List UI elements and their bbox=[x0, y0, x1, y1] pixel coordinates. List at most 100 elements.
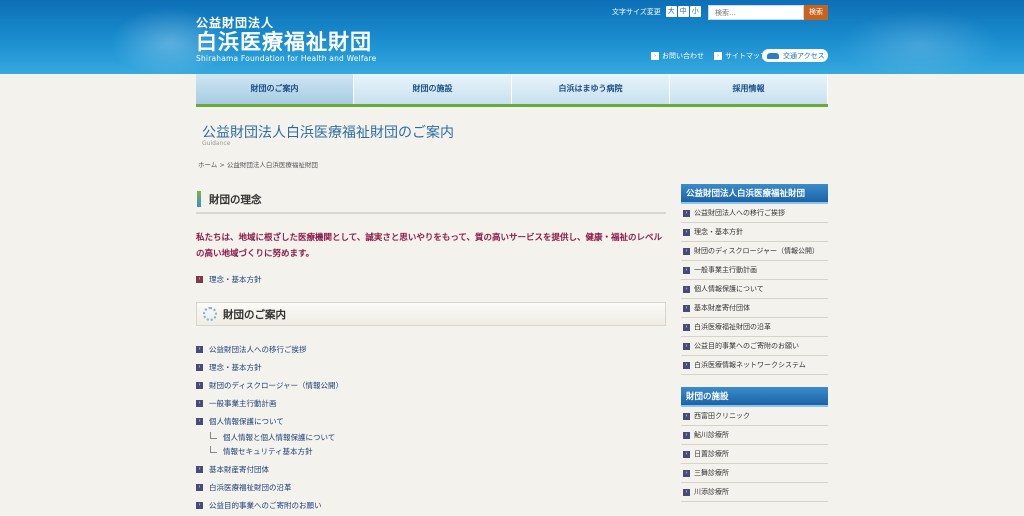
list-item[interactable]: › 公益財団法人への移行ご挨拶 bbox=[196, 340, 666, 358]
philosophy-link[interactable]: › 理念・基本方針 bbox=[196, 270, 666, 288]
sidebar-item[interactable]: › 川添診療所 bbox=[681, 483, 828, 502]
list-item-label: 基本財産寄付団体 bbox=[209, 464, 269, 474]
sidebar-item[interactable]: › 一般事業主行動計画 bbox=[681, 261, 828, 280]
arrow-icon: › bbox=[196, 345, 203, 353]
utility-links: › お問い合わせ › サイトマップ bbox=[651, 51, 777, 61]
logo-org-name-en: Shirahama Foundation for Health and Welf… bbox=[196, 54, 377, 63]
list-item-label: 公益目的事業へのご寄附のお願い bbox=[209, 500, 322, 510]
philosophy-link-label: 理念・基本方針 bbox=[209, 274, 262, 284]
arrow-icon: › bbox=[683, 431, 690, 439]
sidebar-item[interactable]: › 西富田クリニック bbox=[681, 407, 828, 426]
arrow-icon: › bbox=[196, 381, 203, 389]
search-input[interactable] bbox=[708, 5, 804, 20]
page-title: 公益財団法人白浜医療福祉財団のご案内 bbox=[202, 125, 454, 141]
tree-branch-icon bbox=[210, 445, 217, 453]
guide-heading-text: 財団のご案内 bbox=[223, 308, 286, 321]
sub-list-item-label: 個人情報と個人情報保護について bbox=[223, 432, 336, 442]
arrow-icon: › bbox=[683, 450, 690, 458]
sidebar-item-label: 西富田クリニック bbox=[694, 412, 750, 420]
list-item[interactable]: › 一般事業主行動計画 bbox=[196, 394, 666, 412]
search-button[interactable]: 検索 bbox=[804, 5, 828, 20]
sidebar-item[interactable]: › 三舞診療所 bbox=[681, 464, 828, 483]
sidebar-item-label: 鮎川診療所 bbox=[694, 431, 729, 439]
arrow-icon: › bbox=[196, 465, 203, 473]
sub-list-item[interactable]: 情報セキュリティ基本方針 bbox=[196, 444, 666, 458]
font-size-medium-button[interactable]: 中 bbox=[677, 6, 689, 17]
font-size-small-button[interactable]: 小 bbox=[689, 6, 701, 17]
sidebar-item-label: 公益目的事業へのご寄附のお願い bbox=[694, 342, 799, 350]
access-button[interactable]: 交通アクセス bbox=[762, 49, 828, 62]
sidebar-item[interactable]: › 鮎川診療所 bbox=[681, 426, 828, 445]
list-item-label: 白浜医療福祉財団の沿革 bbox=[209, 482, 292, 492]
guide-heading: 財団のご案内 bbox=[196, 302, 666, 326]
list-item[interactable]: › 公益目的事業へのご寄附のお願い bbox=[196, 496, 666, 514]
site-logo[interactable]: 公益財団法人 白浜医療福祉財団 Shirahama Foundation for… bbox=[196, 16, 376, 64]
list-item[interactable]: › 個人情報保護について bbox=[196, 412, 666, 430]
mission-statement: 私たちは、地域に根ざした医療機関として、誠実さと思いやりをもって、質の高いサービ… bbox=[196, 233, 662, 259]
arrow-icon: › bbox=[683, 247, 690, 255]
sidebar-heading-facilities[interactable]: 財団の施設 bbox=[681, 387, 828, 407]
nav-item-facilities[interactable]: 財団の施設 bbox=[354, 74, 512, 104]
arrow-icon: › bbox=[651, 52, 659, 60]
sidebar-item[interactable]: › 白浜医療福祉財団の沿革 bbox=[681, 318, 828, 337]
font-size-large-button[interactable]: 大 bbox=[665, 6, 677, 17]
arrow-icon: › bbox=[196, 363, 203, 371]
list-item[interactable]: › 基本財産寄付団体 bbox=[196, 460, 666, 478]
sidebar-item[interactable]: › 理念・基本方針 bbox=[681, 223, 828, 242]
contact-link[interactable]: › お問い合わせ bbox=[651, 51, 704, 61]
arrow-icon: › bbox=[683, 412, 690, 420]
arrow-icon: › bbox=[683, 209, 690, 217]
arrow-icon: › bbox=[683, 469, 690, 477]
sidebar-item[interactable]: › 白浜医療情報ネットワークシステム bbox=[681, 356, 828, 375]
list-item-label: 一般事業主行動計画 bbox=[209, 398, 277, 408]
sidebar-item[interactable]: › 基本財産寄付団体 bbox=[681, 299, 828, 318]
sidebar-item[interactable]: › 個人情報保護について bbox=[681, 280, 828, 299]
sidebar-item-label: 日置診療所 bbox=[694, 450, 729, 458]
font-size-label: 文字サイズ変更 bbox=[612, 7, 661, 16]
arrow-icon: › bbox=[683, 304, 690, 312]
arrow-icon: › bbox=[683, 361, 690, 369]
list-item-label: 公益財団法人への移行ご挨拶 bbox=[209, 344, 307, 354]
sub-list-item[interactable]: 個人情報と個人情報保護について bbox=[196, 430, 666, 444]
sidebar: 公益財団法人白浜医療福祉財団 › 公益財団法人への移行ご挨拶 › 理念・基本方針 ›… bbox=[681, 184, 828, 502]
logo-org-name: 白浜医療福祉財団 bbox=[196, 30, 372, 54]
sidebar-item-label: 白浜医療情報ネットワークシステム bbox=[694, 361, 806, 369]
sidebar-item[interactable]: › 財団のディスクロージャー（情報公開） bbox=[681, 242, 828, 261]
site-header: 公益財団法人 白浜医療福祉財団 Shirahama Foundation for… bbox=[0, 0, 1024, 74]
logo-org-type: 公益財団法人 bbox=[196, 16, 275, 30]
list-item-label: 理念・基本方針 bbox=[209, 362, 262, 372]
arrow-icon: › bbox=[683, 285, 690, 293]
nav-accent-line bbox=[196, 104, 828, 107]
breadcrumb[interactable]: ホーム > 公益財団法人白浜医療福祉財団 bbox=[198, 159, 318, 169]
arrow-icon: › bbox=[196, 501, 203, 509]
sidebar-item-label: 一般事業主行動計画 bbox=[694, 266, 757, 274]
sitemap-link[interactable]: › サイトマップ bbox=[714, 51, 767, 61]
list-item-label: 財団のディスクロージャー（情報公開） bbox=[209, 380, 343, 390]
arrow-icon: › bbox=[683, 323, 690, 331]
sidebar-item-label: 財団のディスクロージャー（情報公開） bbox=[694, 247, 820, 255]
nav-item-hospital[interactable]: 白浜はまゆう病院 bbox=[512, 74, 670, 104]
arrow-icon: › bbox=[196, 399, 203, 407]
nav-item-foundation-guide[interactable]: 財団のご案内 bbox=[196, 74, 354, 104]
header-glow-right bbox=[840, 10, 1000, 74]
sidebar-item-label: 基本財産寄付団体 bbox=[694, 304, 750, 312]
sidebar-heading-foundation[interactable]: 公益財団法人白浜医療福祉財団 bbox=[681, 184, 828, 204]
list-item[interactable]: › 白浜医療福祉財団の沿革 bbox=[196, 478, 666, 496]
sidebar-item-label: 理念・基本方針 bbox=[694, 228, 743, 236]
nav-item-recruit[interactable]: 採用情報 bbox=[670, 74, 828, 104]
access-label: 交通アクセス bbox=[783, 51, 825, 60]
list-item-label: 個人情報保護について bbox=[209, 416, 284, 426]
philosophy-heading-text: 財団の理念 bbox=[209, 193, 262, 206]
arrow-icon: › bbox=[683, 342, 690, 350]
arrow-icon: › bbox=[683, 266, 690, 274]
sidebar-item[interactable]: › 公益目的事業へのご寄附のお願い bbox=[681, 337, 828, 356]
list-item[interactable]: › 財団のディスクロージャー（情報公開） bbox=[196, 376, 666, 394]
sidebar-item[interactable]: › 公益財団法人への移行ご挨拶 bbox=[681, 204, 828, 223]
sidebar-item[interactable]: › 日置診療所 bbox=[681, 445, 828, 464]
arrow-icon: › bbox=[683, 228, 690, 236]
tree-branch-icon bbox=[210, 431, 217, 439]
flower-icon bbox=[203, 307, 217, 321]
arrow-icon: › bbox=[196, 275, 203, 283]
heading-bar bbox=[197, 191, 201, 207]
list-item[interactable]: › 理念・基本方針 bbox=[196, 358, 666, 376]
